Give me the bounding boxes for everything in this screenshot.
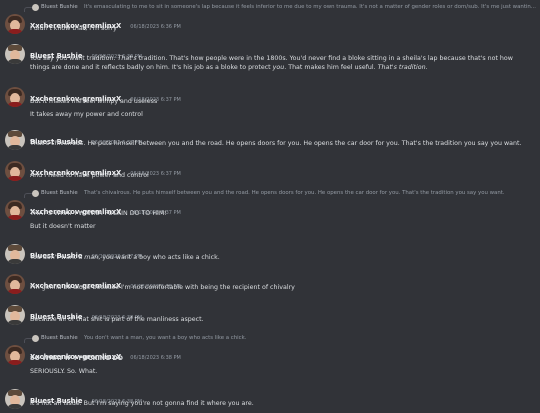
chat-message-list[interactable]: Bluest Bushie It's emasculating to me to… [0, 0, 540, 413]
message-text: things are done and it reflects badly on… [30, 64, 428, 71]
message-text: I'm gonna be alone because I'm not comfo… [30, 284, 295, 291]
message-text: But it doesn't matter [30, 223, 96, 230]
reply-text[interactable]: That's chivalrous. He puts himself betwe… [84, 189, 505, 198]
message-header: Bluest Bushie 06/18/2023 6:38 PM [30, 304, 142, 321]
message-text: You don't want a man, you want a boy who… [30, 254, 220, 261]
avatar[interactable] [5, 87, 25, 107]
message-text: That's chivalrous. He puts himself betwe… [30, 140, 522, 147]
message-text: And I need to have power and control [30, 172, 149, 179]
reply-preview[interactable]: Bluest Bushie You don't want a man, you … [24, 334, 538, 343]
message-text: THAT'S WHAT I WANNA FUCKIN DO TO HIM! [30, 210, 167, 217]
avatar[interactable] [5, 345, 25, 365]
message-header: Xxcherenkov-gremlinxX 06/18/2023 6:37 PM [30, 160, 181, 177]
avatar[interactable] [5, 14, 25, 34]
message-text: Because all of that shit is part of the … [30, 316, 204, 323]
reply-avatar [32, 190, 39, 197]
message-text: You say you want tradition. That's tradi… [30, 55, 513, 62]
message-text: It's not an issue. But I'm saying you're… [30, 400, 254, 407]
message-header: Xxcherenkov-gremlinxX 06/18/2023 6:37 PM [30, 199, 181, 216]
reply-author[interactable]: Bluest Bushie [41, 334, 78, 343]
reply-text[interactable]: You don't want a man, you want a boy who… [84, 334, 246, 343]
avatar[interactable] [5, 305, 25, 325]
message-header: Bluest Bushie 06/18/2023 6:36 PM [30, 43, 142, 60]
reply-avatar [32, 4, 39, 11]
message-header: Xxcherenkov-gremlinxX 06/18/2023 6:38 PM [30, 344, 181, 361]
message-text: It takes away my power and control [30, 111, 143, 118]
reply-preview[interactable]: Bluest Bushie That's chivalrous. He puts… [24, 189, 538, 198]
message-header: Xxcherenkov-gremlinxX 06/18/2023 6:36 PM [30, 13, 181, 30]
message-header: Xxcherenkov-gremlinxX 06/18/2023 6:38 PM [30, 273, 181, 290]
reply-author[interactable]: Bluest Bushie [41, 189, 78, 198]
reply-spine [24, 7, 32, 12]
message-text: But it makes me feel wimpy and useless [30, 98, 158, 105]
avatar[interactable] [5, 161, 25, 181]
reply-spine [24, 338, 32, 343]
message-text: SO WHAT IF I FUCKING DO [30, 355, 124, 362]
message-header: Bluest Bushie 06/18/2023 6:37 PM [30, 129, 142, 146]
message-header: Xxcherenkov-gremlinxX 06/18/2023 6:37 PM [30, 86, 181, 103]
message-header: Bluest Bushie 06/18/2023 6:38 PM [30, 388, 142, 405]
avatar[interactable] [5, 130, 25, 150]
message-header: Bluest Bushie 06/18/2023 6:37 PM [30, 243, 142, 260]
reply-preview[interactable]: Bluest Bushie It's emasculating to me to… [24, 3, 538, 12]
reply-text[interactable]: It's emasculating to me to sit in someon… [84, 3, 536, 12]
avatar[interactable] [5, 274, 25, 294]
avatar[interactable] [5, 44, 25, 64]
reply-spine [24, 193, 32, 198]
reply-avatar [32, 335, 39, 342]
avatar[interactable] [5, 200, 25, 220]
message-text: SERIOUSLY. So. What. [30, 368, 98, 375]
message-text: I didn't know that, I'm sorry [30, 25, 117, 32]
avatar[interactable] [5, 244, 25, 264]
avatar[interactable] [5, 389, 25, 409]
reply-author[interactable]: Bluest Bushie [41, 3, 78, 12]
